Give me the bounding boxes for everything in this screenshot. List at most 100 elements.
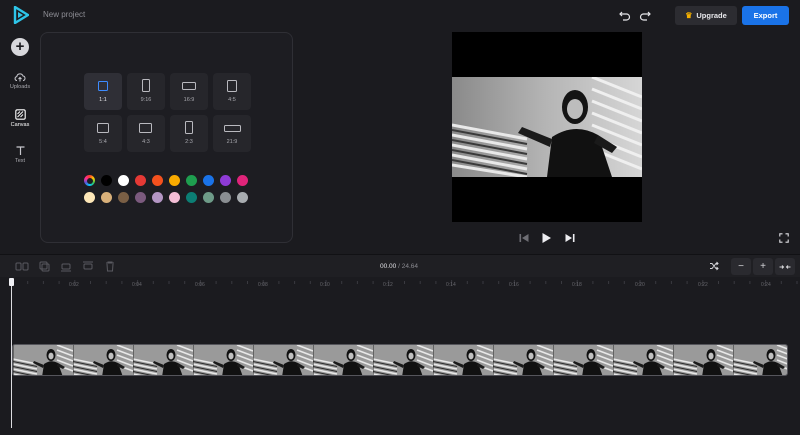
shuffle-icon: [710, 261, 719, 271]
timeline-toolbar: 00.00 / 24.64 − +: [0, 255, 800, 277]
color-swatch-lavender[interactable]: [152, 192, 163, 203]
sidebar-item-canvas[interactable]: Canvas: [0, 109, 40, 128]
canvas-panel: 1:1 9:16 16:9 4:5 5:4 4:3 2:3 21:9: [40, 32, 293, 243]
portrait-icon: [142, 79, 150, 92]
color-swatch-gray[interactable]: [220, 192, 231, 203]
sidebar-item-label: Text: [14, 158, 26, 164]
color-swatch-black[interactable]: [101, 175, 112, 186]
ratio-label: 4:5: [228, 97, 236, 103]
landscape-icon: [182, 82, 196, 90]
ratio-option-16-9[interactable]: 16:9: [170, 73, 208, 110]
color-swatch-orange[interactable]: [152, 175, 163, 186]
color-swatch-light-pink[interactable]: [169, 192, 180, 203]
ratio-label: 21:9: [226, 139, 238, 145]
delete-icon[interactable]: [102, 260, 118, 273]
ratio-label: 2:3: [185, 139, 193, 145]
playhead-handle[interactable]: [9, 278, 14, 286]
color-swatch-green[interactable]: [186, 175, 197, 186]
tick-label: 0:14: [446, 282, 456, 288]
collapse-arrows-icon: [779, 264, 791, 269]
sidebar-item-text[interactable]: Text: [0, 145, 40, 164]
color-swatch-blue[interactable]: [203, 175, 214, 186]
app-logo-icon[interactable]: [13, 6, 29, 24]
sidebar-item-label: Canvas: [10, 122, 30, 128]
fullscreen-icon[interactable]: [779, 233, 789, 243]
ratio-option-4-5[interactable]: 4:5: [213, 73, 251, 110]
tick-label: 0:04: [132, 282, 142, 288]
tick-label: 0:10: [320, 282, 330, 288]
tick-label: 0:18: [572, 282, 582, 288]
color-swatch-white[interactable]: [118, 175, 129, 186]
zoom-out-button[interactable]: −: [731, 258, 751, 275]
landscape-icon: [139, 123, 152, 133]
ratio-option-21-9[interactable]: 21:9: [213, 115, 251, 152]
split-icon[interactable]: [14, 260, 30, 273]
add-media-button[interactable]: +: [11, 38, 29, 56]
canvas-icon: [14, 109, 26, 120]
align-bottom-icon[interactable]: [58, 260, 74, 273]
square-icon: [98, 81, 108, 91]
video-clip[interactable]: [12, 344, 788, 376]
skip-forward-icon[interactable]: [564, 232, 576, 244]
tick-label: 0:22: [698, 282, 708, 288]
upgrade-label: Upgrade: [696, 11, 727, 20]
ratio-option-4-3[interactable]: 4:3: [127, 115, 165, 152]
color-swatch-pink[interactable]: [237, 175, 248, 186]
undo-icon[interactable]: [619, 9, 631, 21]
color-swatch-brown[interactable]: [118, 192, 129, 203]
align-top-icon[interactable]: [80, 260, 96, 273]
video-preview-frame: [452, 77, 642, 177]
portrait-icon: [185, 121, 193, 134]
tick-label: 0:08: [258, 282, 268, 288]
time-separator: /: [398, 263, 400, 270]
play-icon[interactable]: [540, 232, 552, 244]
color-swatch-purple[interactable]: [220, 175, 231, 186]
sidebar: + Uploads Canvas Text: [0, 30, 40, 255]
tick-label: 0:16: [509, 282, 519, 288]
ratio-option-5-4[interactable]: 5:4: [84, 115, 122, 152]
color-swatch-plum[interactable]: [135, 192, 146, 203]
timeline-ruler[interactable]: 0:02 0:04 0:06 0:08 0:10 0:12 0:14 0:16 …: [0, 278, 800, 292]
upgrade-button[interactable]: ♛ Upgrade: [675, 6, 737, 25]
export-button[interactable]: Export: [742, 6, 789, 25]
color-swatch-sage[interactable]: [203, 192, 214, 203]
project-name[interactable]: New project: [43, 10, 85, 19]
sidebar-item-uploads[interactable]: Uploads: [0, 72, 40, 90]
color-swatch-cream[interactable]: [84, 192, 95, 203]
portrait-icon: [227, 80, 237, 92]
total-time: 24.64: [401, 263, 418, 270]
landscape-icon: [97, 123, 109, 133]
crown-icon: ♛: [685, 11, 693, 20]
ratio-option-2-3[interactable]: 2:3: [170, 115, 208, 152]
ratio-label: 9:16: [140, 97, 152, 103]
sidebar-item-label: Uploads: [9, 84, 31, 90]
expand-timeline-button[interactable]: [775, 258, 795, 275]
color-swatch-teal[interactable]: [186, 192, 197, 203]
color-picker-swatch[interactable]: [84, 175, 95, 186]
time-display: 00.00 / 24.64: [380, 263, 418, 270]
duplicate-icon[interactable]: [36, 260, 52, 273]
color-swatch-tan[interactable]: [101, 192, 112, 203]
tick-label: 0:24: [761, 282, 771, 288]
redo-icon[interactable]: [639, 9, 651, 21]
tick-label: 0:20: [635, 282, 645, 288]
ratio-label: 4:3: [142, 139, 150, 145]
tick-label: 0:12: [383, 282, 393, 288]
color-swatch-yellow[interactable]: [169, 175, 180, 186]
color-swatch-red[interactable]: [135, 175, 146, 186]
zoom-in-button[interactable]: +: [753, 258, 773, 275]
top-bar: New project ♛ Upgrade Export: [0, 0, 800, 30]
upload-cloud-icon: [14, 73, 26, 82]
clip-thumbnails: [13, 345, 787, 375]
current-time: 00.00: [380, 263, 397, 270]
skip-back-icon[interactable]: [518, 232, 530, 244]
wide-icon: [224, 125, 241, 132]
color-swatch-light-gray[interactable]: [237, 192, 248, 203]
tick-label: 0:06: [195, 282, 205, 288]
fit-timeline-button[interactable]: [704, 258, 724, 275]
ruler-ticks: [11, 280, 798, 286]
text-icon: [16, 146, 24, 155]
ratio-option-9-16[interactable]: 9:16: [127, 73, 165, 110]
ratio-label: 5:4: [99, 139, 107, 145]
ratio-option-1-1[interactable]: 1:1: [84, 73, 122, 110]
